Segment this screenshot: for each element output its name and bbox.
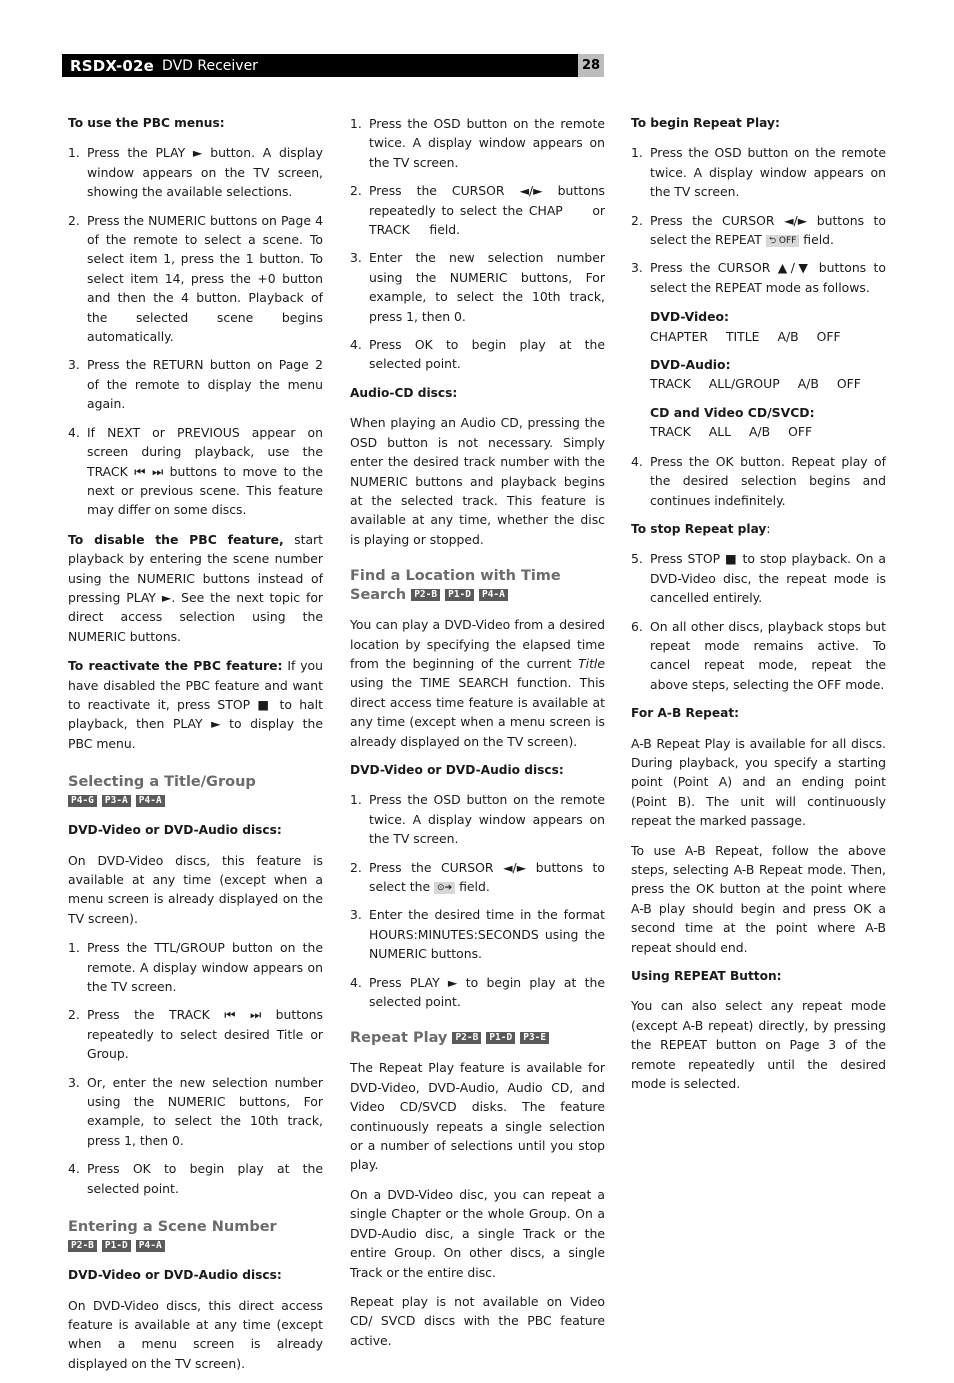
list-item: 3. Enter the new selection number using t… [350,250,605,324]
list-item: 5. Press STOP ■ to stop playback. On a DV… [631,551,886,606]
stop-repeat-steps: 5. Press STOP ■ to stop playback. On a DV… [631,549,886,694]
page-tags: P2-B P1-D P4-A [411,586,513,605]
audio-cd-text: When playing an Audio CD, pressing the O… [350,415,605,547]
scene-steps: 1. Press the OSD button on the remote twi… [350,114,605,374]
section-heading-title-group: Selecting a Title/Group P4-G P3-A P4-A [68,773,323,811]
section-heading-repeat-play: Repeat Play P2-B P1-D P3-E [350,1029,605,1048]
disable-pbc-paragraph: To disable the PBC feature, start playba… [68,531,323,644]
begin-repeat-label: To begin Repeat Play: [631,116,780,130]
ab-repeat-intro: A-B Repeat Play is available for all dis… [631,735,886,829]
page-tag: P3-A [101,795,131,808]
title-intro: On DVD-Video discs, this feature is avai… [68,852,323,926]
time-search-intro: You can play a DVD-Video from a desired … [350,617,605,749]
list-item: 1. Press the OSD button on the remote twi… [350,792,605,847]
stop-repeat-label: To stop Repeat play: [631,521,771,536]
repeat-button-text: You can also select any repeat mode (exc… [631,998,886,1092]
page-tag: P1-D [486,1032,516,1045]
reactivate-pbc-paragraph: To reactivate the PBC feature: If you ha… [68,658,323,751]
model-name: RSDX-02e [70,56,155,75]
ab-repeat-usage: To use A-B Repeat, follow the above step… [631,842,886,955]
column-2: 1. Press the OSD button on the remote twi… [350,114,605,1360]
list-item: 4. Press PLAY ► to begin play at the sele… [350,974,605,1010]
pbc-label: To use the PBC menus: [68,116,225,130]
list-item: 2. Press the TRACK ⏮ ⏭ buttons repeatedly… [68,1007,323,1062]
list-item: 3. Enter the desired time in the format H… [350,907,605,962]
page-tag: P3-E [520,1032,550,1045]
page-tag: P2-B [68,1240,97,1253]
list-item: 2. Press the CURSOR ◄/► buttons repeatedl… [350,183,609,238]
section-heading-scene-number: Entering a Scene Number P2-B P1-D P4-A [68,1218,323,1256]
list-item: 4. Press OK to begin play at the selected… [350,337,605,372]
confirm-step: 4. Press the OK button. Repeat play of th… [631,452,886,510]
list-item: 4. Press the OK button. Repeat play of th… [631,453,886,508]
ab-repeat-label: For A-B Repeat: [631,706,740,721]
scene-intro: On DVD-Video discs, this direct access f… [68,1297,323,1371]
page-tag: P1-D [445,589,474,602]
section-heading-time-search: Find a Location with Time Search P2-B P1-… [350,568,561,605]
disc-type-label: DVD-Video or DVD-Audio discs: [68,823,282,838]
disc-type-label: DVD-Video or DVD-Audio discs: [350,762,564,777]
list-item: 6. On all other discs, playback stops but… [631,618,886,692]
repeat-button-label: Using REPEAT Button: [631,969,782,984]
page-tag: P4-G [68,795,97,808]
disc-type-label: DVD-Video or DVD-Audio discs: [68,1268,282,1283]
list-item: 3. Or, enter the new selection number usi… [68,1074,323,1148]
audio-cd-label: Audio-CD discs: [350,385,458,400]
repeat-modes: DVD-Video: CHAPTER TITLE A/B OFF DVD-Audio:… [650,307,886,441]
list-item: 1. Press the PLAY ► button. A display win… [68,145,323,200]
page-header: RSDX-02e DVD Receiver [62,54,578,77]
page-tag: P2-B [411,589,441,602]
page-tags: P2-B P1-D P3-E [452,1029,554,1048]
page-tag: P4-A [135,795,165,808]
page-tag: P4-A [135,1240,165,1253]
page-tag: P4-A [478,589,508,602]
list-item: 1. Press the OSD button on the remote twi… [631,145,886,200]
repeat-pbc-note: Repeat play is not available on Video CD… [350,1293,605,1348]
list-item: 2. Press the NUMERIC buttons on Page 4 of… [68,212,323,345]
list-item: 2. Press the CURSOR ◄/► buttons to select… [350,859,605,894]
mode-group: DVD-Audio: TRACK ALL/GROUP A/B OFF [650,357,861,392]
list-item: 2. Press the CURSOR ◄/► buttons to select… [631,212,886,248]
list-item: 3. Press the RETURN button on Page 2 of t… [68,357,323,412]
title-steps: 1. Press the TTL/GROUP button on the remo… [68,938,323,1198]
time-search-field-icon: ⊙➔ [434,881,456,894]
repeat-off-field-icon: ⮌ OFF [765,234,800,247]
list-item: 4. If NEXT or PREVIOUS appear on screen d… [68,424,323,518]
page-tag: P2-B [452,1032,482,1045]
list-item: 3. Press the CURSOR ▲/▼ buttons to select… [631,260,886,295]
page-tags: P4-G P3-A P4-A [68,792,170,811]
page-tags: P2-B P1-D P4-A [68,1237,170,1256]
time-search-steps: 1. Press the OSD button on the remote twi… [350,790,605,1011]
repeat-intro: The Repeat Play feature is available for… [350,1060,605,1173]
product-description: DVD Receiver [162,57,258,74]
mode-group: CD and Video CD/SVCD: TRACK ALL A/B OFF [650,404,815,440]
list-item: 1. Press the OSD button on the remote twi… [350,116,605,170]
page-number: 28 [578,54,604,77]
mode-group: DVD-Video: CHAPTER TITLE A/B OFF [650,309,841,344]
pbc-steps: 1. Press the PLAY ► button. A display win… [68,143,323,519]
begin-repeat-steps: 1. Press the OSD button on the remote twi… [631,143,886,297]
list-item: 1. Press the TTL/GROUP button on the remo… [68,940,323,995]
column-1: To use the PBC menus: 1. Press the PLAY ►… [68,114,323,1383]
repeat-disc-types: On a DVD-Video disc, you can repeat a si… [350,1186,605,1280]
column-3: To begin Repeat Play: 1. Press the OSD bu… [631,114,886,1103]
page-tag: P1-D [101,1240,131,1253]
list-item: 4. Press OK to begin play at the selected… [68,1161,323,1196]
